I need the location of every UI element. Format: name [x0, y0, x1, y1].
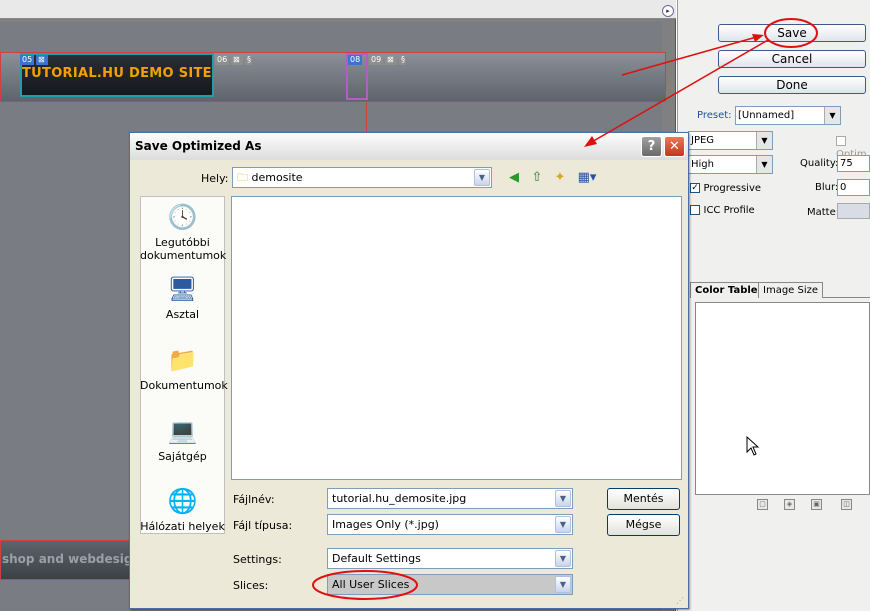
quality-level-value: High	[691, 159, 714, 170]
icc-profile-label: ICC Profile	[703, 205, 755, 216]
filename-label: Fájlnév:	[233, 493, 275, 506]
place-label: Asztal	[165, 308, 200, 321]
folder-icon: 🗀	[237, 171, 248, 184]
up-folder-icon[interactable]: ⇧	[528, 169, 546, 187]
dialog-title: Save Optimized As	[135, 139, 262, 153]
file-list[interactable]	[231, 196, 682, 480]
blur-input[interactable]: 0	[837, 179, 870, 196]
place-desktop[interactable]: 🖥 Asztal	[140, 274, 225, 321]
place-network[interactable]: 🌐 Hálózati helyek	[140, 486, 225, 533]
logo-text: TUTORIAL.HU DEMO SITE	[22, 66, 212, 81]
location-label: Hely:	[201, 172, 229, 185]
location-select[interactable]: 🗀 demosite ▼	[232, 167, 492, 188]
place-label: Hálózati helyek	[140, 520, 225, 533]
checkbox-box	[836, 136, 846, 146]
slice-tag-08: 08	[348, 55, 363, 65]
quality-input[interactable]: 75	[837, 155, 870, 172]
quality-label: Quality:	[800, 158, 839, 169]
done-button[interactable]: Done	[718, 76, 866, 94]
slice-tag-05: 05	[20, 55, 35, 65]
color-table	[695, 302, 870, 495]
slice-tag-09: 09	[369, 55, 384, 65]
back-icon[interactable]: ◀	[505, 169, 523, 187]
canvas-top-strip	[0, 0, 676, 19]
format-select[interactable]: JPEG ▼	[688, 131, 773, 150]
chevron-down-icon: ▼	[555, 550, 571, 567]
chevron-down-icon: ▼	[555, 576, 571, 593]
preset-value: [Unnamed]	[738, 110, 795, 121]
place-recent[interactable]: 🕓 Legutóbbi dokumentumok	[140, 202, 227, 262]
slice-tag-06: 06	[215, 55, 230, 65]
filetype-label: Fájl típusa:	[233, 519, 293, 532]
recent-documents-icon: 🕓	[167, 203, 198, 231]
slices-select[interactable]: All User Slices ▼	[327, 574, 573, 595]
chevron-down-icon: ▼	[824, 107, 840, 124]
collapse-panel-button[interactable]: ▸	[662, 5, 674, 17]
settings-label: Settings:	[233, 553, 282, 566]
matte-label: Matte:	[807, 207, 840, 218]
chevron-down-icon: ▼	[555, 490, 571, 507]
chevron-down-icon: ▼	[756, 156, 772, 173]
slices-value: All User Slices	[332, 578, 410, 591]
place-computer[interactable]: 💻 Sajátgép	[140, 416, 225, 463]
desktop-icon: 🖥	[167, 275, 198, 303]
view-menu-icon[interactable]: ▦▾	[575, 169, 599, 187]
preset-select[interactable]: [Unnamed] ▼	[735, 106, 841, 125]
filename-value: tutorial.hu_demosite.jpg	[332, 492, 467, 505]
slice-link-icon: ⊠	[231, 55, 243, 65]
quality-level-select[interactable]: High ▼	[688, 155, 773, 174]
tab-image-size[interactable]: Image Size	[758, 282, 824, 298]
slice-lock-icon: §	[399, 55, 406, 65]
footer-text: shop and webdesig	[2, 552, 133, 566]
chevron-down-icon: ▼	[756, 132, 772, 149]
slice-link-icon: ⊠	[385, 55, 397, 65]
new-folder-icon[interactable]: ✦	[551, 169, 569, 187]
lock-color-icon[interactable]: ▣	[811, 499, 822, 510]
place-label: Sajátgép	[158, 450, 207, 463]
save-button[interactable]: Save	[718, 24, 866, 42]
chevron-down-icon: ▼	[555, 516, 571, 533]
mouse-pointer-icon	[746, 436, 760, 456]
format-value: JPEG	[691, 135, 715, 146]
chevron-down-icon: ▼	[474, 169, 490, 186]
location-value: demosite	[251, 171, 303, 184]
map-transparent-icon[interactable]: ▢	[757, 499, 768, 510]
help-button[interactable]: ?	[641, 136, 662, 157]
check-icon: ✓	[690, 183, 700, 193]
cancel-button[interactable]: Cancel	[718, 50, 866, 68]
filename-input[interactable]: tutorial.hu_demosite.jpg ▼	[327, 488, 573, 509]
tab-color-table[interactable]: Color Table	[690, 282, 763, 298]
slice-lock-icon: §	[245, 55, 252, 65]
new-color-icon[interactable]: ◫	[841, 499, 852, 510]
place-documents[interactable]: 📁 Dokumentumok	[140, 345, 228, 392]
my-computer-icon: 💻	[167, 417, 198, 445]
close-button[interactable]: ✕	[664, 136, 685, 157]
blur-label: Blur:	[815, 182, 839, 193]
settings-select[interactable]: Default Settings ▼	[327, 548, 573, 569]
progressive-label: Progressive	[703, 183, 762, 194]
filetype-select[interactable]: Images Only (*.jpg) ▼	[327, 514, 573, 535]
settings-value: Default Settings	[332, 552, 421, 565]
my-documents-icon: 📁	[167, 346, 198, 374]
checkbox-box	[690, 205, 700, 215]
matte-color-swatch[interactable]	[837, 203, 870, 219]
cancel-file-button[interactable]: Mégse	[607, 514, 680, 536]
place-label: Legutóbbi dokumentumok	[140, 236, 227, 262]
filetype-value: Images Only (*.jpg)	[332, 518, 439, 531]
slice-link-icon: ⊠	[36, 55, 48, 65]
progressive-checkbox[interactable]: ✓ Progressive	[690, 181, 761, 194]
resize-grip-icon[interactable]: ⋰	[676, 596, 686, 606]
icc-profile-checkbox[interactable]: ICC Profile	[690, 203, 755, 216]
web-snap-icon[interactable]: ◈	[784, 499, 795, 510]
place-label: Dokumentumok	[140, 379, 228, 392]
slices-label: Slices:	[233, 579, 269, 592]
preset-label: Preset:	[697, 110, 732, 121]
save-file-button[interactable]: Mentés	[607, 488, 680, 510]
network-places-icon: 🌐	[167, 487, 198, 515]
slice-guide-line	[366, 102, 367, 132]
